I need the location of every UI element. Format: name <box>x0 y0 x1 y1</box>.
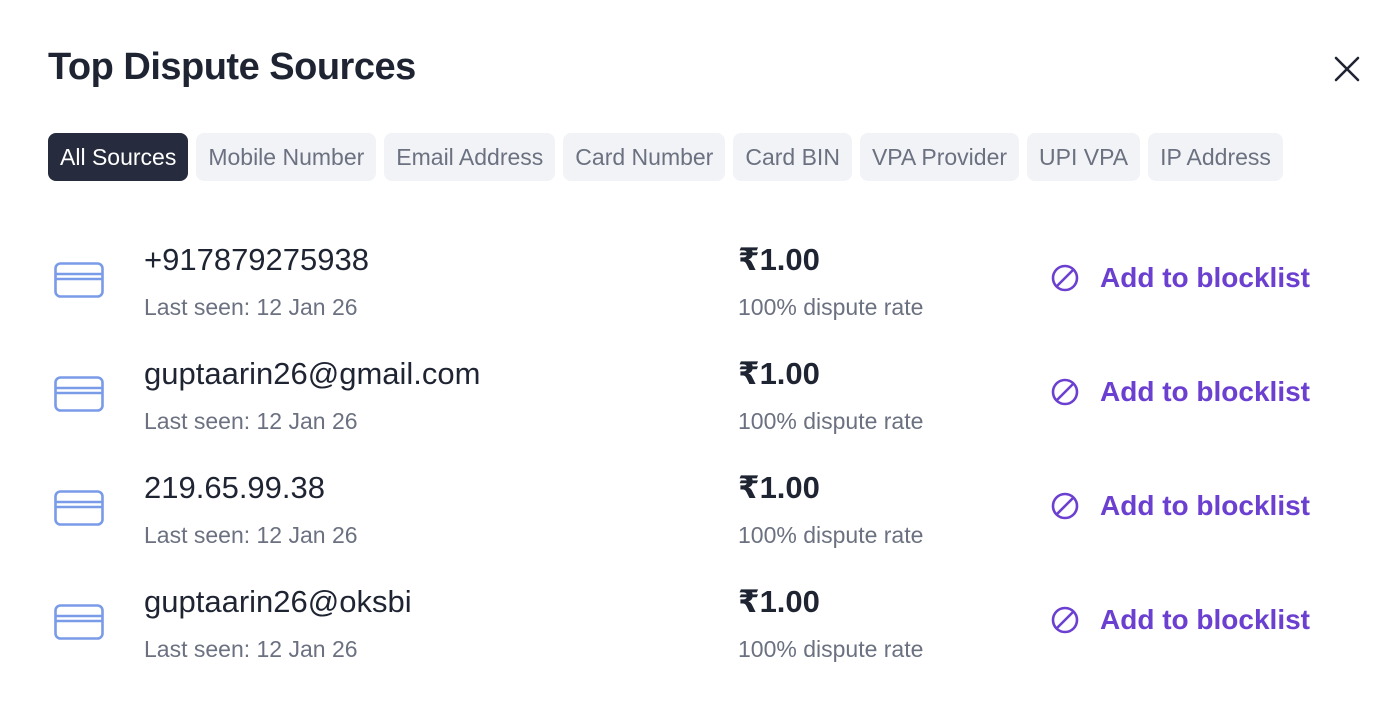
dispute-amount: ₹1.00 <box>738 470 820 505</box>
tab-all-sources[interactable]: All Sources <box>48 133 189 181</box>
block-icon <box>1051 378 1079 406</box>
block-icon <box>1051 264 1079 292</box>
add-to-blocklist-button[interactable]: Add to blocklist <box>1050 376 1310 408</box>
tab-vpa-provider[interactable]: VPA Provider <box>859 133 1020 181</box>
last-seen-text: Last seen: 12 Jan 26 <box>144 408 358 434</box>
list-item: 219.65.99.38 Last seen: 12 Jan 26 ₹1.00 … <box>48 460 1348 574</box>
dispute-sources-modal: Top Dispute Sources All Sources Mobile N… <box>0 0 1400 728</box>
source-value: +917879275938 <box>144 242 369 277</box>
block-icon <box>1051 606 1079 634</box>
add-to-blocklist-label: Add to blocklist <box>1100 262 1310 293</box>
last-seen-text: Last seen: 12 Jan 26 <box>144 636 358 662</box>
last-seen-text: Last seen: 12 Jan 26 <box>144 294 358 320</box>
source-value: guptaarin26@oksbi <box>144 584 412 619</box>
modal-title: Top Dispute Sources <box>48 46 416 88</box>
add-to-blocklist-button[interactable]: Add to blocklist <box>1050 604 1310 636</box>
credit-card-icon <box>54 376 104 412</box>
add-to-blocklist-label: Add to blocklist <box>1100 604 1310 635</box>
dispute-rate: 100% dispute rate <box>738 522 924 548</box>
add-to-blocklist-label: Add to blocklist <box>1100 490 1310 521</box>
close-icon <box>1334 56 1360 82</box>
credit-card-icon <box>54 262 104 298</box>
add-to-blocklist-button[interactable]: Add to blocklist <box>1050 262 1310 294</box>
source-value: guptaarin26@gmail.com <box>144 356 481 391</box>
list-item: +917879275938 Last seen: 12 Jan 26 ₹1.00… <box>48 232 1348 346</box>
add-to-blocklist-button[interactable]: Add to blocklist <box>1050 490 1310 522</box>
tab-card-bin[interactable]: Card BIN <box>733 133 852 181</box>
list-item: guptaarin26@oksbi Last seen: 12 Jan 26 ₹… <box>48 574 1348 688</box>
dispute-rate: 100% dispute rate <box>738 294 924 320</box>
tab-upi-vpa[interactable]: UPI VPA <box>1027 133 1141 181</box>
source-type-tabs: All Sources Mobile Number Email Address … <box>48 133 1283 181</box>
block-icon <box>1051 492 1079 520</box>
tab-email-address[interactable]: Email Address <box>384 133 556 181</box>
tab-mobile-number[interactable]: Mobile Number <box>196 133 377 181</box>
list-item: guptaarin26@gmail.com Last seen: 12 Jan … <box>48 346 1348 460</box>
credit-card-icon <box>54 604 104 640</box>
dispute-amount: ₹1.00 <box>738 242 820 277</box>
last-seen-text: Last seen: 12 Jan 26 <box>144 522 358 548</box>
dispute-rate: 100% dispute rate <box>738 636 924 662</box>
dispute-source-list: +917879275938 Last seen: 12 Jan 26 ₹1.00… <box>48 232 1348 688</box>
tab-ip-address[interactable]: IP Address <box>1148 133 1283 181</box>
dispute-amount: ₹1.00 <box>738 356 820 391</box>
close-button[interactable] <box>1328 50 1366 88</box>
credit-card-icon <box>54 490 104 526</box>
tab-card-number[interactable]: Card Number <box>563 133 726 181</box>
dispute-rate: 100% dispute rate <box>738 408 924 434</box>
source-value: 219.65.99.38 <box>144 470 326 505</box>
dispute-amount: ₹1.00 <box>738 584 820 619</box>
add-to-blocklist-label: Add to blocklist <box>1100 376 1310 407</box>
